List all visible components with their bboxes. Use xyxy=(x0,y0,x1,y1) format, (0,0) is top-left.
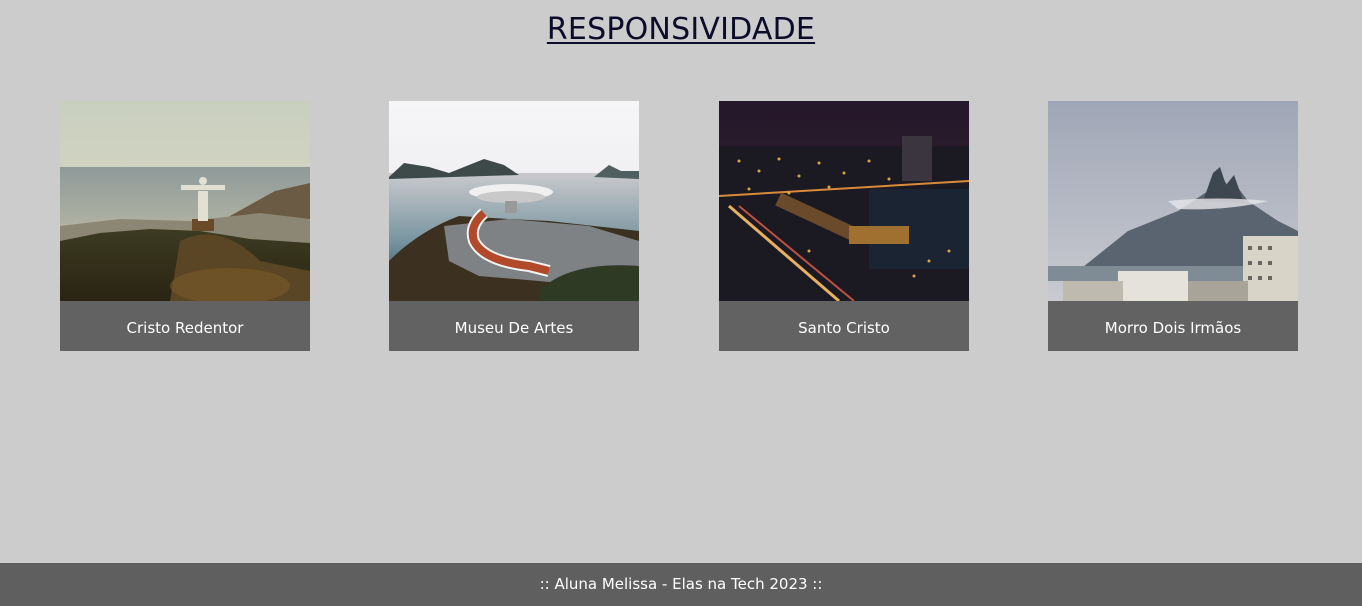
card-caption: Museu De Artes xyxy=(454,319,574,337)
morro-dois-irmaos-photo xyxy=(1048,101,1298,301)
page-title-link[interactable]: RESPONSIVIDADE xyxy=(0,10,1362,50)
card-morro-dois-irmaos[interactable]: Morro Dois Irmãos xyxy=(1048,101,1298,351)
page: RESPONSIVIDADE Cristo Redentor Museu De … xyxy=(0,0,1362,606)
cristo-redentor-photo xyxy=(60,101,310,301)
card-caption: Morro Dois Irmãos xyxy=(1104,319,1242,337)
card-caption: Cristo Redentor xyxy=(126,319,244,337)
card-santo-cristo[interactable]: Santo Cristo xyxy=(719,101,969,351)
card-caption: Santo Cristo xyxy=(798,319,890,337)
card-museu-de-artes[interactable]: Museu De Artes xyxy=(389,101,639,351)
footer: :: Aluna Melissa - Elas na Tech 2023 :: xyxy=(0,563,1362,606)
santo-cristo-photo xyxy=(719,101,969,301)
museu-de-artes-photo xyxy=(389,101,639,301)
card-cristo-redentor[interactable]: Cristo Redentor xyxy=(60,101,310,351)
footer-text: :: Aluna Melissa - Elas na Tech 2023 :: xyxy=(539,575,823,593)
